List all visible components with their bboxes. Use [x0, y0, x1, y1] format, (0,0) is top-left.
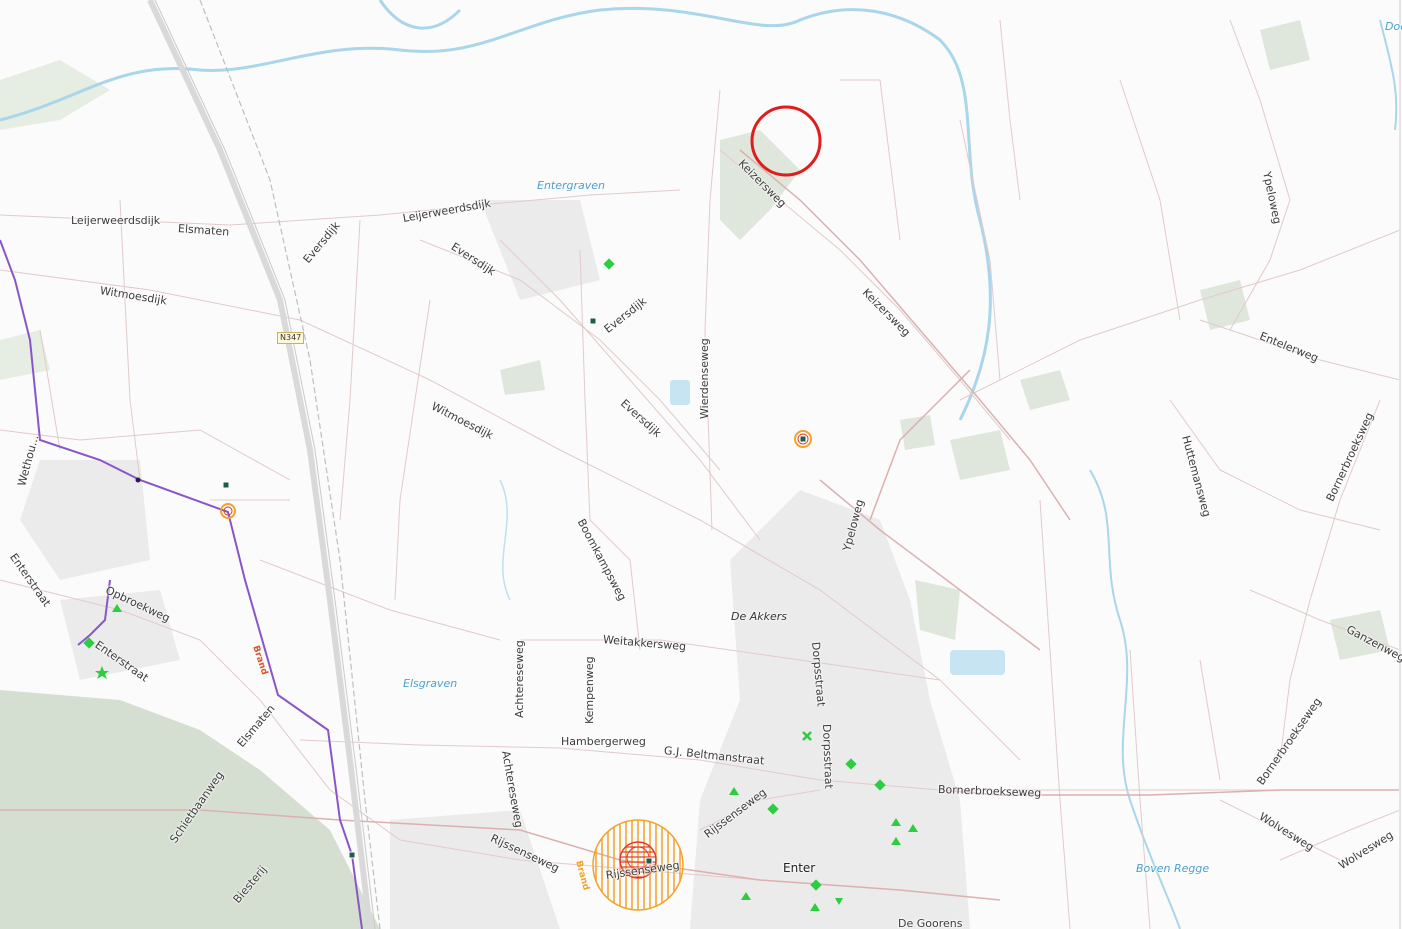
water-label-boven-regge: Boven Regge	[1136, 862, 1210, 875]
pipeline-node	[135, 477, 141, 483]
road-label-kempenweg: Kempenweg	[583, 656, 596, 724]
water-label-doo: Doo	[1385, 20, 1402, 33]
place-label-de-akkers: De Akkers	[731, 610, 788, 623]
road-label-hambergerweg: Hambergerweg	[561, 735, 646, 748]
road-label-achtereseweg: Achtereseweg	[513, 640, 526, 718]
highway-shield-n347: N347	[277, 332, 305, 344]
place-label-enter: Enter	[783, 861, 816, 875]
water-label-entergraven: Entergraven	[537, 179, 606, 192]
water-label-elsgraven: Elsgraven	[403, 677, 458, 690]
road-label-de-goorens: De Goorens	[898, 917, 963, 929]
road-label-dorpsstraat: Dorpsstraat	[820, 723, 836, 789]
road-label-leijerweerdsdijk: Leijerweerdsdijk	[71, 214, 161, 227]
map-view[interactable]: Leijerweerdsdijk Elsmaten Leijerweerdsdi…	[0, 0, 1402, 929]
road-label-wierdenseweg: Wierdenseweg	[698, 338, 711, 419]
